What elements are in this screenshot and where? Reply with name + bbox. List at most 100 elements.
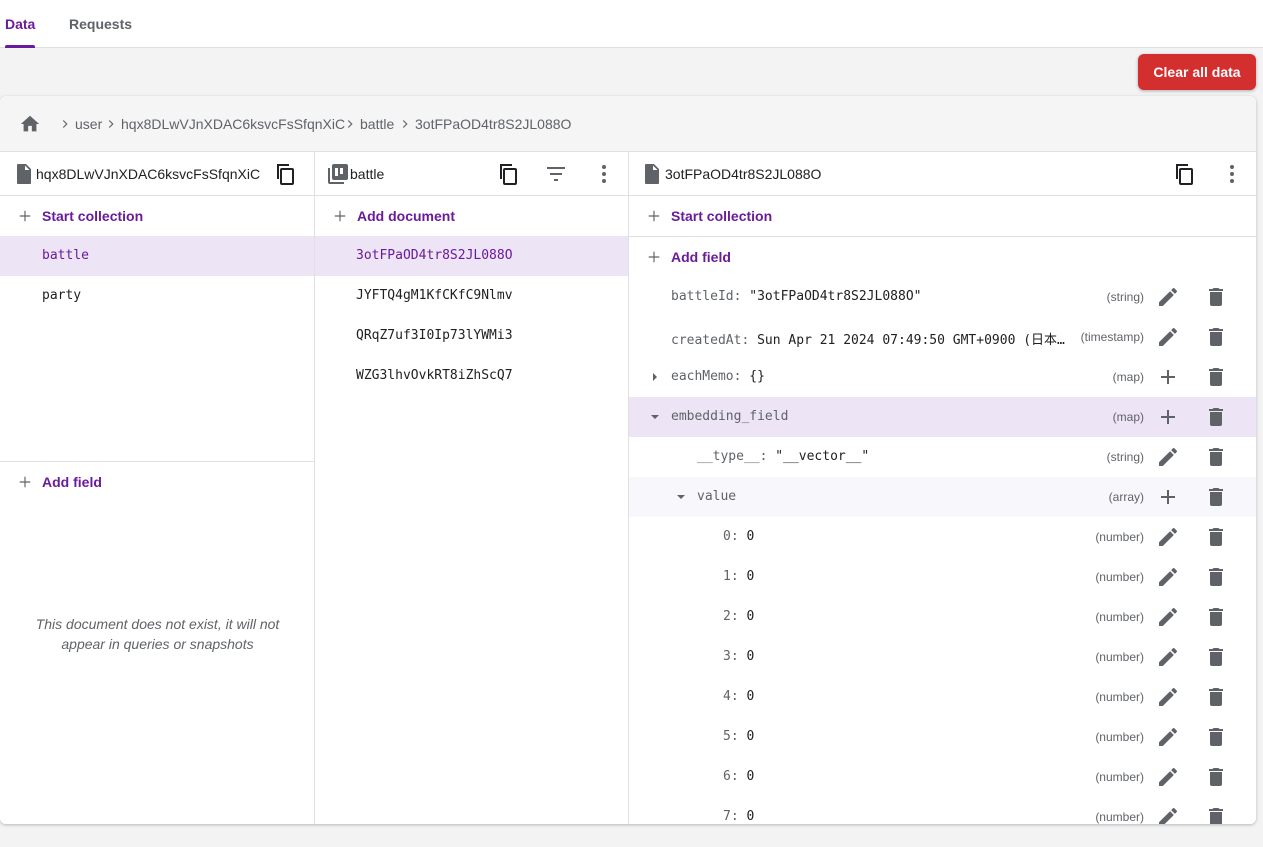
- plus-icon: [648, 210, 660, 222]
- field-key: 4:: [723, 689, 739, 704]
- field-text: battleId: "3otFPaOD4tr8S2JL088O": [671, 289, 921, 304]
- add-field-button[interactable]: Add field: [629, 237, 1256, 277]
- more-vert-icon[interactable]: [592, 162, 616, 186]
- breadcrumb-item-battle[interactable]: battle: [343, 116, 394, 132]
- edit-icon[interactable]: [1156, 325, 1180, 349]
- edit-icon[interactable]: [1156, 605, 1180, 629]
- column-title: 3otFPaOD4tr8S2JL088O: [665, 166, 822, 182]
- field-row[interactable]: 3: 0 (number): [629, 637, 1256, 677]
- document-icon: [12, 162, 36, 186]
- delete-icon[interactable]: [1204, 365, 1228, 389]
- breadcrumb: user hqx8DLwVJnXDAC6ksvcFsSfqnXiC battle…: [0, 96, 1256, 152]
- field-row[interactable]: 5: 0 (number): [629, 717, 1256, 757]
- add-field-button[interactable]: Add field: [0, 462, 314, 502]
- add-document-button[interactable]: Add document: [315, 196, 628, 236]
- field-row[interactable]: createdAt: Sun Apr 21 2024 07:49:50 GMT+…: [629, 317, 1256, 357]
- delete-icon[interactable]: [1204, 645, 1228, 669]
- delete-icon[interactable]: [1204, 285, 1228, 309]
- edit-icon[interactable]: [1156, 725, 1180, 749]
- field-row[interactable]: eachMemo: {} (map): [629, 357, 1256, 397]
- field-row[interactable]: 4: 0 (number): [629, 677, 1256, 717]
- copy-icon[interactable]: [273, 162, 297, 186]
- document-item[interactable]: WZG3lhvOvkRT8iZhScQ7: [315, 356, 628, 396]
- field-row[interactable]: 6: 0 (number): [629, 757, 1256, 797]
- edit-icon[interactable]: [1156, 645, 1180, 669]
- field-type: (number): [1095, 770, 1144, 784]
- delete-icon[interactable]: [1204, 525, 1228, 549]
- expand-arrow-icon[interactable]: [651, 373, 659, 381]
- filter-icon[interactable]: [544, 162, 568, 186]
- collapse-arrow-icon[interactable]: [651, 413, 659, 421]
- delete-icon[interactable]: [1204, 565, 1228, 589]
- start-collection-button[interactable]: Start collection: [0, 196, 314, 236]
- clear-all-data-button[interactable]: Clear all data: [1138, 54, 1256, 90]
- plus-icon: [334, 210, 346, 222]
- field-type: (number): [1095, 730, 1144, 744]
- edit-icon[interactable]: [1156, 285, 1180, 309]
- document-item[interactable]: JYFTQ4gM1KfCKfC9Nlmv: [315, 276, 628, 316]
- breadcrumb-item-user[interactable]: user: [58, 116, 102, 132]
- field-key: 7:: [723, 809, 739, 824]
- field-text: eachMemo: {}: [671, 369, 765, 384]
- document-item[interactable]: QRqZ7uf3I0Ip73lYWMi3: [315, 316, 628, 356]
- collapse-arrow-icon[interactable]: [677, 493, 685, 501]
- collection-item-party[interactable]: party: [0, 276, 314, 316]
- top-tab-bar: Data Requests: [0, 0, 1263, 48]
- field-row[interactable]: battleId: "3otFPaOD4tr8S2JL088O" (string): [629, 277, 1256, 317]
- delete-icon[interactable]: [1204, 805, 1228, 824]
- copy-icon[interactable]: [1172, 162, 1196, 186]
- tab-data[interactable]: Data: [5, 0, 36, 48]
- field-value: 0: [746, 809, 755, 824]
- delete-icon[interactable]: [1204, 445, 1228, 469]
- delete-icon[interactable]: [1204, 325, 1228, 349]
- delete-icon[interactable]: [1204, 765, 1228, 789]
- field-row[interactable]: embedding_field (map): [629, 397, 1256, 437]
- breadcrumb-label: hqx8DLwVJnXDAC6ksvcFsSfqnXiC: [121, 116, 346, 132]
- breadcrumb-item-document[interactable]: hqx8DLwVJnXDAC6ksvcFsSfqnXiC: [104, 116, 345, 132]
- add-icon[interactable]: [1156, 485, 1180, 509]
- start-collection-button[interactable]: Start collection: [629, 196, 1256, 236]
- delete-icon[interactable]: [1204, 405, 1228, 429]
- edit-icon[interactable]: [1156, 445, 1180, 469]
- chevron-right-icon: [347, 120, 353, 128]
- field-row[interactable]: __type__: "__vector__" (string): [629, 437, 1256, 477]
- field-row[interactable]: 2: 0 (number): [629, 597, 1256, 637]
- edit-icon[interactable]: [1156, 565, 1180, 589]
- field-row[interactable]: 1: 0 (number): [629, 557, 1256, 597]
- delete-icon[interactable]: [1204, 725, 1228, 749]
- field-key: 3:: [723, 649, 739, 664]
- column-header: hqx8DLwVJnXDAC6ksvcFsSfqnXiC: [0, 152, 314, 196]
- more-vert-icon[interactable]: [1220, 162, 1244, 186]
- collection-item-battle[interactable]: battle: [0, 236, 314, 276]
- add-icon[interactable]: [1156, 405, 1180, 429]
- field-text: createdAt: Sun Apr 21 2024 07:49:50 GMT+…: [671, 329, 1069, 348]
- delete-icon[interactable]: [1204, 605, 1228, 629]
- parent-document-column: hqx8DLwVJnXDAC6ksvcFsSfqnXiC Start colle…: [0, 152, 315, 824]
- edit-icon[interactable]: [1156, 765, 1180, 789]
- edit-icon[interactable]: [1156, 805, 1180, 824]
- edit-icon[interactable]: [1156, 685, 1180, 709]
- field-row[interactable]: 0: 0 (number): [629, 517, 1256, 557]
- field-value: 0: [746, 689, 755, 704]
- delete-icon[interactable]: [1204, 685, 1228, 709]
- tab-requests[interactable]: Requests: [69, 0, 132, 48]
- field-row[interactable]: 7: 0 (number): [629, 797, 1256, 824]
- home-icon[interactable]: [19, 113, 41, 135]
- delete-icon[interactable]: [1204, 485, 1228, 509]
- document-item[interactable]: 3otFPaOD4tr8S2JL088O: [315, 236, 628, 276]
- field-type: (map): [1112, 370, 1144, 384]
- field-key: 2:: [723, 609, 739, 624]
- breadcrumb-item-current-document[interactable]: 3otFPaOD4tr8S2JL088O: [398, 116, 571, 132]
- field-type: (array): [1108, 490, 1144, 504]
- field-type: (string): [1106, 290, 1144, 304]
- field-type: (number): [1095, 810, 1144, 824]
- add-icon[interactable]: [1156, 365, 1180, 389]
- action-label: Add field: [671, 249, 731, 265]
- field-type: (number): [1095, 530, 1144, 544]
- copy-icon[interactable]: [496, 162, 520, 186]
- field-value: 0: [746, 609, 755, 624]
- collection-column: battle Add document 3otFPaOD4tr8S2JL088O…: [315, 152, 629, 824]
- field-row[interactable]: value (array): [629, 477, 1256, 517]
- missing-document-note: This document does not exist, it will no…: [35, 616, 280, 652]
- edit-icon[interactable]: [1156, 525, 1180, 549]
